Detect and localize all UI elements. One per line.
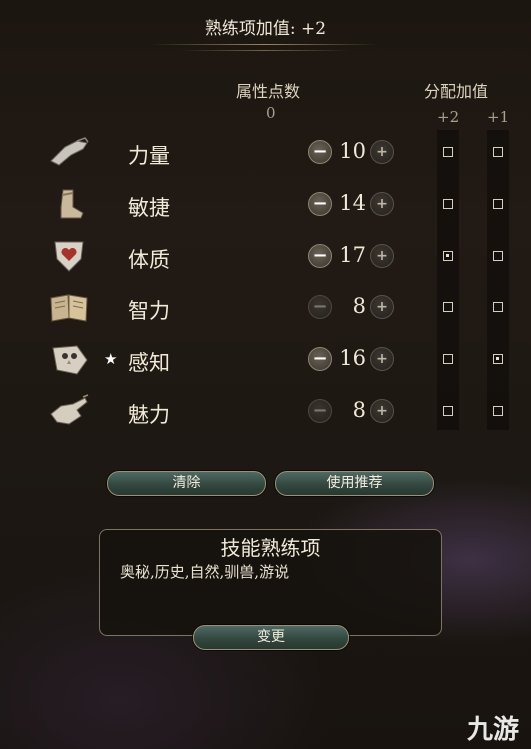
assign-plus1-checkbox[interactable]	[493, 406, 503, 416]
ability-row: 敏捷 −14 +	[0, 183, 531, 227]
increase-button[interactable]: +	[370, 140, 394, 164]
points-column-title: 属性点数	[236, 82, 301, 101]
assign-plus1-checkbox[interactable]	[493, 302, 503, 312]
ability-name: 力量	[128, 144, 170, 168]
assign-plus2-header: +2	[437, 108, 460, 126]
ability-row: 智力 −8 +	[0, 286, 531, 330]
assign-plus2-checkbox[interactable]	[443, 406, 453, 416]
points-remaining: 0	[266, 104, 276, 122]
ability-row: 魅力 −8 +	[0, 390, 531, 434]
skill-proficiency-list: 奥秘,历史,自然,驯兽,游说	[120, 563, 290, 581]
header-divider	[150, 44, 380, 45]
decrease-button[interactable]: −	[308, 244, 332, 268]
ability-score: 10	[339, 139, 366, 163]
use-recommended-button[interactable]: 使用推荐	[275, 471, 434, 496]
assign-plus2-checkbox[interactable]	[443, 147, 453, 157]
ability-score: 16	[339, 346, 366, 370]
decrease-button[interactable]: −	[308, 399, 332, 423]
assign-plus1-checkbox[interactable]	[493, 354, 503, 364]
ability-name: 敏捷	[128, 196, 170, 220]
assign-plus2-checkbox[interactable]	[443, 354, 453, 364]
increase-button[interactable]: +	[370, 192, 394, 216]
assign-plus2-checkbox[interactable]	[443, 251, 453, 261]
assign-plus2-checkbox[interactable]	[443, 199, 453, 209]
watermark-logo: 九游	[466, 715, 519, 745]
owl-icon	[47, 342, 91, 376]
book-icon	[47, 290, 91, 324]
ability-name: 体质	[128, 248, 170, 272]
boot-icon	[47, 187, 91, 221]
assign-column-title: 分配加值	[424, 82, 489, 101]
assign-plus1-checkbox[interactable]	[493, 199, 503, 209]
heart-shield-icon	[47, 239, 91, 273]
star-icon: ★	[104, 350, 118, 368]
decrease-button[interactable]: −	[308, 295, 332, 319]
assign-plus2-checkbox[interactable]	[443, 302, 453, 312]
ability-name: 魅力	[128, 403, 170, 427]
increase-button[interactable]: +	[370, 399, 394, 423]
ability-row: 体质 −17 +	[0, 235, 531, 279]
decrease-button[interactable]: −	[308, 140, 332, 164]
ability-score: 8	[352, 294, 366, 318]
gauntlet-icon	[47, 135, 91, 169]
proficiency-bonus-label: 熟练项加值: +2	[204, 19, 327, 39]
decrease-button[interactable]: −	[308, 347, 332, 371]
decrease-button[interactable]: −	[308, 192, 332, 216]
ability-name: 智力	[128, 299, 170, 323]
ability-score: 8	[352, 398, 366, 422]
ability-name: 感知	[128, 351, 170, 375]
ability-score: 17	[339, 243, 366, 267]
change-button[interactable]: 变更	[193, 625, 349, 650]
clear-button[interactable]: 清除	[107, 471, 266, 496]
increase-button[interactable]: +	[370, 347, 394, 371]
ability-row: 力量 −10 +	[0, 131, 531, 175]
header-divider-secondary	[180, 50, 350, 51]
ability-score: 14	[339, 191, 366, 215]
assign-plus1-header: +1	[487, 108, 510, 126]
skill-proficiency-title: 技能熟练项	[220, 536, 321, 560]
hand-icon	[47, 394, 91, 428]
assign-plus1-column	[487, 130, 509, 430]
assign-plus1-checkbox[interactable]	[493, 147, 503, 157]
assign-plus1-checkbox[interactable]	[493, 251, 503, 261]
increase-button[interactable]: +	[370, 244, 394, 268]
assign-plus2-column	[437, 130, 459, 430]
increase-button[interactable]: +	[370, 295, 394, 319]
ability-row: ★ 感知 −16 +	[0, 338, 531, 382]
